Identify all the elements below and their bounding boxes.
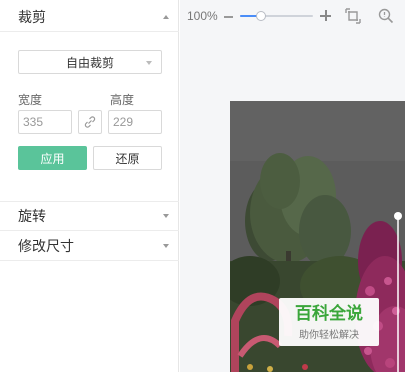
plus-icon[interactable]: [320, 10, 331, 21]
zoom-slider[interactable]: [240, 11, 313, 21]
zoom-icon[interactable]: [378, 8, 394, 24]
crop-mode-value: 自由裁剪: [65, 55, 114, 70]
crop-mode-select[interactable]: 自由裁剪: [18, 50, 162, 74]
edit-panel: 裁剪 自由裁剪 宽度 高度 应用 还原 旋转 修改尺寸: [0, 0, 179, 372]
zoom-level-text: 100%: [187, 9, 218, 23]
height-input[interactable]: [108, 110, 162, 134]
height-label: 高度: [110, 93, 135, 107]
crop-icon[interactable]: [345, 8, 361, 24]
zoom-toolbar: 100%: [180, 0, 405, 32]
section-resize-header[interactable]: 修改尺寸: [0, 231, 179, 261]
aspect-lock-button[interactable]: [78, 110, 102, 134]
section-crop-header[interactable]: 裁剪: [0, 2, 179, 32]
chevron-down-icon: [146, 61, 152, 65]
zoom-slider-thumb[interactable]: [256, 11, 266, 21]
chevron-down-icon[interactable]: [163, 243, 169, 248]
section-resize-title: 修改尺寸: [18, 237, 74, 254]
link-icon: [84, 116, 96, 128]
section-rotate-header[interactable]: 旋转: [0, 201, 179, 231]
watermark-badge: 百科全说 助你轻松解决: [279, 298, 379, 346]
width-label: 宽度: [18, 93, 43, 107]
watermark-subtitle: 助你轻松解决: [299, 329, 359, 341]
minus-icon[interactable]: [224, 16, 233, 18]
chevron-up-icon[interactable]: [163, 14, 169, 19]
reset-button[interactable]: 还原: [93, 146, 162, 170]
width-input[interactable]: [18, 110, 72, 134]
apply-button[interactable]: 应用: [18, 146, 87, 170]
chevron-down-icon[interactable]: [163, 214, 169, 218]
section-rotate-title: 旋转: [18, 208, 46, 224]
watermark-title: 百科全说: [295, 303, 363, 324]
section-crop-title: 裁剪: [18, 8, 46, 25]
